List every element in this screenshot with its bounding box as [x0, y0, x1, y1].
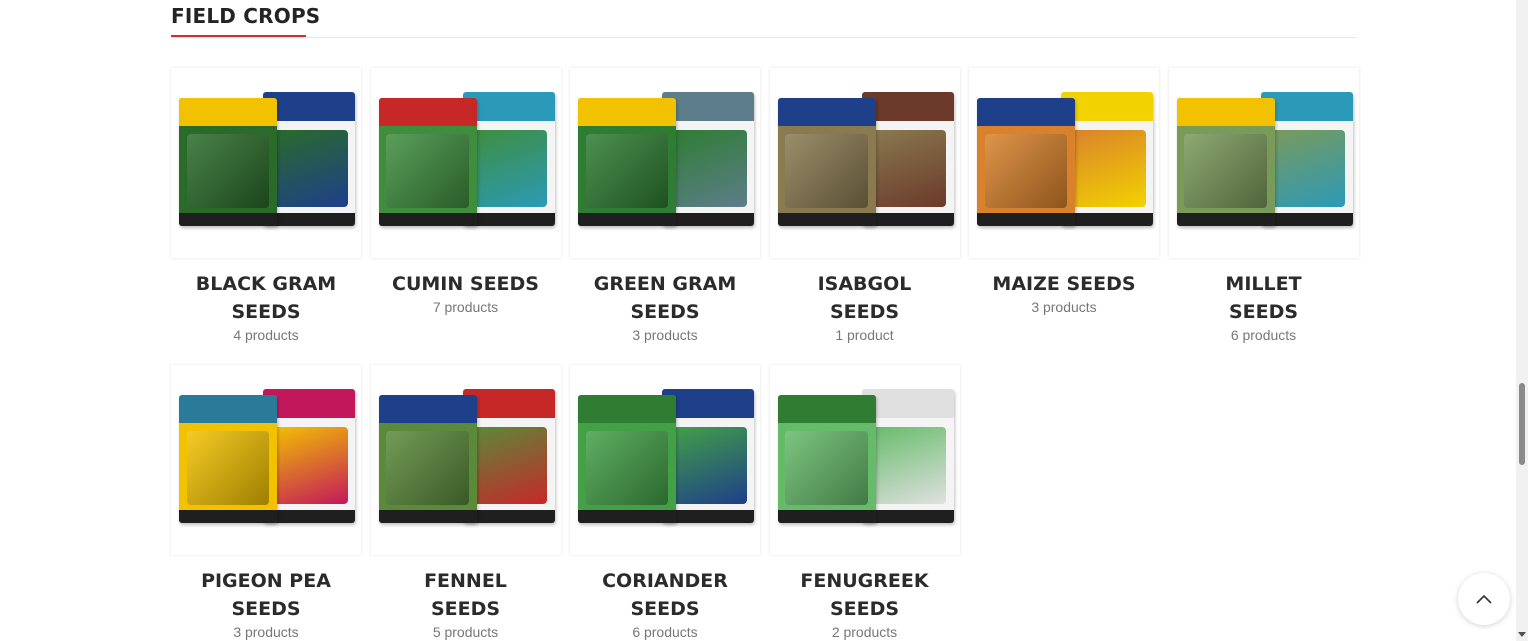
category-name[interactable]: FENUGREEK SEEDS: [770, 567, 960, 623]
seed-packet-image: [378, 98, 477, 226]
product-count: 1 product: [835, 327, 894, 343]
seed-packet-image: [578, 98, 676, 226]
category-image[interactable]: [769, 68, 960, 258]
product-count: 3 products: [1031, 299, 1097, 315]
category-image[interactable]: [370, 68, 561, 258]
category-card[interactable]: ISABGOL SEEDS 1 product: [769, 68, 960, 345]
product-count: 4 products: [233, 327, 299, 343]
seed-packet-image: [578, 395, 676, 523]
category-card[interactable]: MAIZE SEEDS 3 products: [969, 68, 1159, 317]
section-title: FIELD CROPS: [171, 4, 321, 28]
seed-packet-image: [977, 98, 1075, 226]
product-count: 6 products: [632, 624, 698, 640]
category-name[interactable]: BLACK GRAM SEEDS: [171, 270, 361, 326]
category-card[interactable]: FENUGREEK SEEDS 2 products: [769, 365, 960, 641]
product-count: 2 products: [831, 624, 898, 640]
category-card[interactable]: CUMIN SEEDS 7 products: [370, 68, 561, 317]
category-name[interactable]: MILLET SEEDS: [1169, 270, 1359, 326]
category-card[interactable]: CORIANDER SEEDS 6 products: [570, 365, 760, 641]
scroll-to-top-button[interactable]: [1458, 573, 1510, 625]
seed-packet-image: [777, 395, 876, 523]
category-card[interactable]: BLACK GRAM SEEDS 4 products: [171, 68, 361, 345]
product-count: 7 products: [432, 299, 499, 315]
product-count: 6 products: [1230, 327, 1297, 343]
category-card[interactable]: GREEN GRAM SEEDS 3 products: [570, 68, 760, 345]
category-name[interactable]: CUMIN SEEDS: [371, 270, 561, 298]
category-image[interactable]: [769, 365, 960, 555]
category-image[interactable]: [1168, 68, 1359, 258]
chevron-up-icon: [1476, 594, 1492, 604]
seed-packet-image: [1176, 98, 1275, 226]
category-card[interactable]: FENNEL SEEDS 5 products: [370, 365, 561, 641]
category-image[interactable]: [570, 365, 760, 555]
category-name[interactable]: MAIZE SEEDS: [969, 270, 1159, 298]
page-scrollbar[interactable]: [1516, 0, 1528, 641]
scrollbar-thumb[interactable]: [1519, 383, 1525, 465]
category-card[interactable]: PIGEON PEA SEEDS 3 products: [171, 365, 361, 641]
category-image[interactable]: [171, 68, 361, 258]
seed-packet-image: [378, 395, 477, 523]
seed-packet-image: [179, 395, 277, 523]
category-image[interactable]: [969, 68, 1159, 258]
category-name[interactable]: CORIANDER SEEDS: [570, 567, 760, 623]
category-card[interactable]: MILLET SEEDS 6 products: [1168, 68, 1359, 345]
product-count: 3 products: [233, 624, 299, 640]
seed-packet-image: [179, 98, 277, 226]
product-count: 5 products: [432, 624, 499, 640]
category-image[interactable]: [570, 68, 760, 258]
category-name[interactable]: ISABGOL SEEDS: [770, 270, 960, 326]
category-name[interactable]: PIGEON PEA SEEDS: [171, 567, 361, 623]
scroll-down-arrow[interactable]: [1518, 632, 1526, 637]
category-image[interactable]: [171, 365, 361, 555]
seed-packet-image: [777, 98, 876, 226]
product-count: 3 products: [632, 327, 698, 343]
category-image[interactable]: [370, 365, 561, 555]
category-name[interactable]: FENNEL SEEDS: [371, 567, 561, 623]
title-underline: [171, 35, 306, 37]
section-header: FIELD CROPS: [171, 0, 1357, 38]
category-name[interactable]: GREEN GRAM SEEDS: [570, 270, 760, 326]
